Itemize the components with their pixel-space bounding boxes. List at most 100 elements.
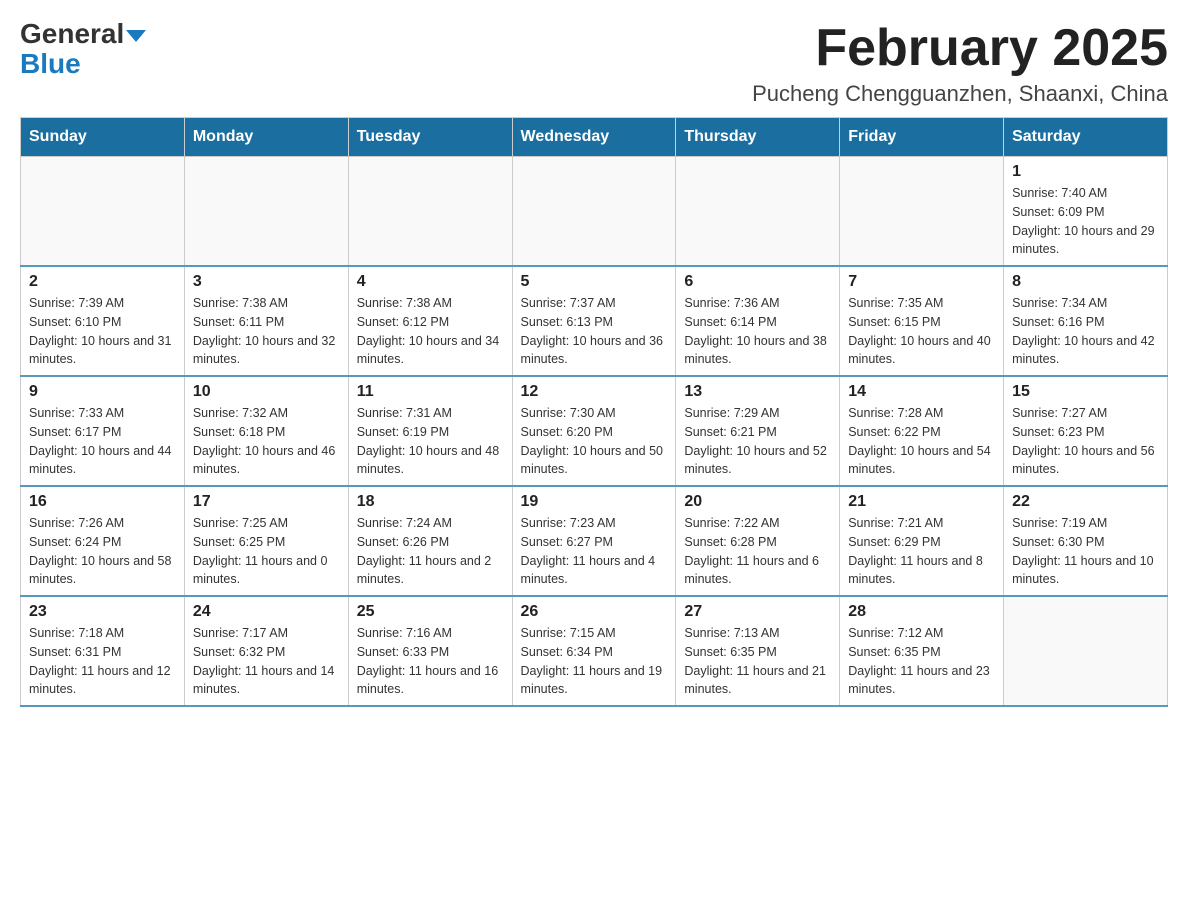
day-number: 7: [848, 273, 995, 291]
day-number: 1: [1012, 163, 1159, 181]
day-info: Sunrise: 7:13 AM Sunset: 6:35 PM Dayligh…: [684, 624, 831, 699]
calendar-cell: 28 Sunrise: 7:12 AM Sunset: 6:35 PM Dayli…: [840, 596, 1004, 706]
day-info: Sunrise: 7:31 AM Sunset: 6:19 PM Dayligh…: [357, 404, 504, 479]
calendar-week-row: 1 Sunrise: 7:40 AM Sunset: 6:09 PM Daylig…: [21, 157, 1168, 267]
day-info: Sunrise: 7:35 AM Sunset: 6:15 PM Dayligh…: [848, 294, 995, 369]
day-info: Sunrise: 7:38 AM Sunset: 6:12 PM Dayligh…: [357, 294, 504, 369]
weekday-header-wednesday: Wednesday: [512, 118, 676, 157]
calendar-subtitle: Pucheng Chengguanzhen, Shaanxi, China: [752, 81, 1168, 107]
day-info: Sunrise: 7:34 AM Sunset: 6:16 PM Dayligh…: [1012, 294, 1159, 369]
day-number: 24: [193, 603, 340, 621]
page-header: General Blue February 2025 Pucheng Cheng…: [20, 20, 1168, 107]
weekday-header-monday: Monday: [184, 118, 348, 157]
calendar-cell: 19 Sunrise: 7:23 AM Sunset: 6:27 PM Dayli…: [512, 486, 676, 596]
calendar-cell: 22Sunrise: 7:19 AM Sunset: 6:30 PM Dayli…: [1004, 486, 1168, 596]
calendar-header-row: SundayMondayTuesdayWednesdayThursdayFrid…: [21, 118, 1168, 157]
day-number: 4: [357, 273, 504, 291]
calendar-cell: 5Sunrise: 7:37 AM Sunset: 6:13 PM Daylig…: [512, 266, 676, 376]
day-number: 19: [521, 493, 668, 511]
calendar-cell: 25 Sunrise: 7:16 AM Sunset: 6:33 PM Dayli…: [348, 596, 512, 706]
day-number: 23: [29, 603, 176, 621]
day-info: Sunrise: 7:22 AM Sunset: 6:28 PM Dayligh…: [684, 514, 831, 589]
day-number: 15: [1012, 383, 1159, 401]
calendar-cell: [21, 157, 185, 267]
calendar-title: February 2025: [752, 20, 1168, 77]
day-number: 16: [29, 493, 176, 511]
day-info: Sunrise: 7:27 AM Sunset: 6:23 PM Dayligh…: [1012, 404, 1159, 479]
day-info: Sunrise: 7:33 AM Sunset: 6:17 PM Dayligh…: [29, 404, 176, 479]
calendar-cell: 1 Sunrise: 7:40 AM Sunset: 6:09 PM Daylig…: [1004, 157, 1168, 267]
weekday-header-sunday: Sunday: [21, 118, 185, 157]
day-number: 10: [193, 383, 340, 401]
calendar-week-row: 23 Sunrise: 7:18 AM Sunset: 6:31 PM Dayli…: [21, 596, 1168, 706]
day-number: 6: [684, 273, 831, 291]
calendar-cell: 3 Sunrise: 7:38 AM Sunset: 6:11 PM Daylig…: [184, 266, 348, 376]
calendar-cell: 14 Sunrise: 7:28 AM Sunset: 6:22 PM Dayli…: [840, 376, 1004, 486]
calendar-cell: 17 Sunrise: 7:25 AM Sunset: 6:25 PM Dayli…: [184, 486, 348, 596]
weekday-header-saturday: Saturday: [1004, 118, 1168, 157]
day-info: Sunrise: 7:15 AM Sunset: 6:34 PM Dayligh…: [521, 624, 668, 699]
calendar-cell: [512, 157, 676, 267]
calendar-cell: 16Sunrise: 7:26 AM Sunset: 6:24 PM Dayli…: [21, 486, 185, 596]
day-number: 20: [684, 493, 831, 511]
day-info: Sunrise: 7:17 AM Sunset: 6:32 PM Dayligh…: [193, 624, 340, 699]
calendar-table: SundayMondayTuesdayWednesdayThursdayFrid…: [20, 117, 1168, 707]
calendar-cell: 4 Sunrise: 7:38 AM Sunset: 6:12 PM Daylig…: [348, 266, 512, 376]
calendar-week-row: 2 Sunrise: 7:39 AM Sunset: 6:10 PM Daylig…: [21, 266, 1168, 376]
calendar-cell: 26 Sunrise: 7:15 AM Sunset: 6:34 PM Dayli…: [512, 596, 676, 706]
day-number: 2: [29, 273, 176, 291]
day-info: Sunrise: 7:38 AM Sunset: 6:11 PM Dayligh…: [193, 294, 340, 369]
day-info: Sunrise: 7:29 AM Sunset: 6:21 PM Dayligh…: [684, 404, 831, 479]
day-info: Sunrise: 7:18 AM Sunset: 6:31 PM Dayligh…: [29, 624, 176, 699]
calendar-cell: 23 Sunrise: 7:18 AM Sunset: 6:31 PM Dayli…: [21, 596, 185, 706]
title-block: February 2025 Pucheng Chengguanzhen, Sha…: [752, 20, 1168, 107]
day-number: 21: [848, 493, 995, 511]
day-info: Sunrise: 7:36 AM Sunset: 6:14 PM Dayligh…: [684, 294, 831, 369]
day-number: 11: [357, 383, 504, 401]
logo-blue: Blue: [20, 50, 81, 78]
day-info: Sunrise: 7:25 AM Sunset: 6:25 PM Dayligh…: [193, 514, 340, 589]
calendar-cell: 24 Sunrise: 7:17 AM Sunset: 6:32 PM Dayli…: [184, 596, 348, 706]
calendar-cell: 12 Sunrise: 7:30 AM Sunset: 6:20 PM Dayli…: [512, 376, 676, 486]
day-info: Sunrise: 7:28 AM Sunset: 6:22 PM Dayligh…: [848, 404, 995, 479]
day-number: 22: [1012, 493, 1159, 511]
calendar-cell: [184, 157, 348, 267]
weekday-header-friday: Friday: [840, 118, 1004, 157]
day-number: 28: [848, 603, 995, 621]
calendar-cell: 13 Sunrise: 7:29 AM Sunset: 6:21 PM Dayli…: [676, 376, 840, 486]
calendar-week-row: 9 Sunrise: 7:33 AM Sunset: 6:17 PM Daylig…: [21, 376, 1168, 486]
day-number: 3: [193, 273, 340, 291]
day-info: Sunrise: 7:12 AM Sunset: 6:35 PM Dayligh…: [848, 624, 995, 699]
calendar-cell: 21 Sunrise: 7:21 AM Sunset: 6:29 PM Dayli…: [840, 486, 1004, 596]
day-number: 26: [521, 603, 668, 621]
calendar-week-row: 16Sunrise: 7:26 AM Sunset: 6:24 PM Dayli…: [21, 486, 1168, 596]
calendar-cell: [1004, 596, 1168, 706]
day-number: 18: [357, 493, 504, 511]
calendar-cell: 10 Sunrise: 7:32 AM Sunset: 6:18 PM Dayli…: [184, 376, 348, 486]
calendar-cell: 15 Sunrise: 7:27 AM Sunset: 6:23 PM Dayli…: [1004, 376, 1168, 486]
day-number: 8: [1012, 273, 1159, 291]
calendar-cell: [840, 157, 1004, 267]
day-info: Sunrise: 7:23 AM Sunset: 6:27 PM Dayligh…: [521, 514, 668, 589]
calendar-cell: 6 Sunrise: 7:36 AM Sunset: 6:14 PM Daylig…: [676, 266, 840, 376]
day-number: 13: [684, 383, 831, 401]
day-info: Sunrise: 7:16 AM Sunset: 6:33 PM Dayligh…: [357, 624, 504, 699]
day-number: 17: [193, 493, 340, 511]
day-number: 12: [521, 383, 668, 401]
calendar-cell: 20 Sunrise: 7:22 AM Sunset: 6:28 PM Dayli…: [676, 486, 840, 596]
calendar-cell: 11 Sunrise: 7:31 AM Sunset: 6:19 PM Dayli…: [348, 376, 512, 486]
day-number: 5: [521, 273, 668, 291]
day-number: 25: [357, 603, 504, 621]
day-info: Sunrise: 7:39 AM Sunset: 6:10 PM Dayligh…: [29, 294, 176, 369]
day-number: 14: [848, 383, 995, 401]
day-info: Sunrise: 7:40 AM Sunset: 6:09 PM Dayligh…: [1012, 184, 1159, 259]
day-info: Sunrise: 7:32 AM Sunset: 6:18 PM Dayligh…: [193, 404, 340, 479]
day-number: 9: [29, 383, 176, 401]
weekday-header-thursday: Thursday: [676, 118, 840, 157]
day-info: Sunrise: 7:30 AM Sunset: 6:20 PM Dayligh…: [521, 404, 668, 479]
calendar-cell: 8 Sunrise: 7:34 AM Sunset: 6:16 PM Daylig…: [1004, 266, 1168, 376]
day-number: 27: [684, 603, 831, 621]
day-info: Sunrise: 7:24 AM Sunset: 6:26 PM Dayligh…: [357, 514, 504, 589]
day-info: Sunrise: 7:21 AM Sunset: 6:29 PM Dayligh…: [848, 514, 995, 589]
calendar-cell: 9 Sunrise: 7:33 AM Sunset: 6:17 PM Daylig…: [21, 376, 185, 486]
